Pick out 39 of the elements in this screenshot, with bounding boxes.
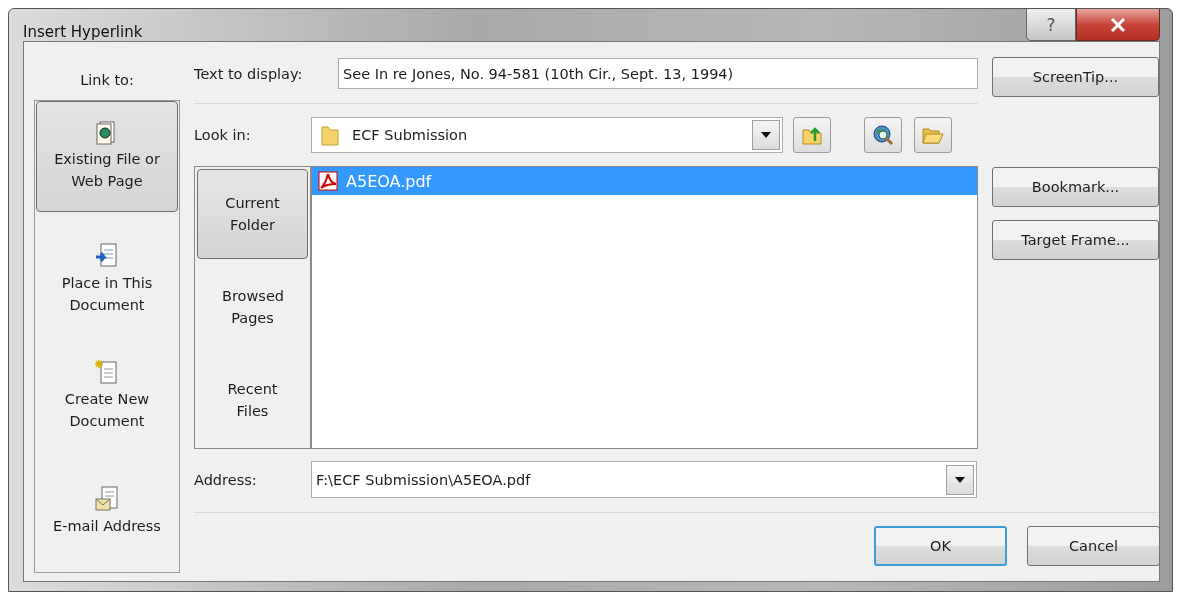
globe-magnifier-icon — [872, 124, 894, 146]
look-in-label: Look in: — [194, 127, 252, 143]
up-folder-button[interactable] — [793, 117, 831, 153]
browse-file-button[interactable] — [914, 117, 952, 153]
text-to-display-label: Text to display: — [194, 65, 304, 82]
folder-icon — [320, 124, 340, 146]
new-document-icon — [95, 358, 119, 385]
link-type-item[interactable]: Existing File or Web Page — [36, 101, 178, 212]
screentip-button[interactable]: ScreenTip... — [992, 57, 1159, 97]
browse-tab[interactable]: Recent Files — [197, 355, 308, 445]
target-frame-button[interactable]: Target Frame... — [992, 220, 1159, 260]
ok-button[interactable]: OK — [874, 526, 1007, 566]
address-dropdown-button[interactable] — [946, 464, 974, 495]
document-arrow-icon — [95, 242, 119, 269]
link-type-item[interactable]: E-mail Address — [36, 456, 178, 566]
help-button[interactable]: ? — [1026, 9, 1076, 41]
browse-tab[interactable]: Current Folder — [197, 169, 308, 259]
caret-icon — [955, 476, 965, 483]
window-title: Insert Hyperlink — [23, 23, 143, 41]
cancel-button[interactable]: Cancel — [1027, 526, 1160, 566]
look-in-dropdown[interactable]: ECF Submission — [311, 117, 783, 153]
close-button[interactable] — [1076, 9, 1160, 41]
open-folder-icon — [921, 125, 945, 145]
browse-tab[interactable]: Browsed Pages — [197, 262, 308, 352]
caret-icon — [761, 132, 771, 138]
folder-up-arrow-icon — [801, 125, 823, 145]
close-icon — [1110, 17, 1126, 32]
link-type-item[interactable]: Place in This Document — [36, 224, 178, 334]
pdf-file-icon — [318, 171, 338, 191]
look-in-dropdown-button[interactable] — [752, 120, 780, 150]
browse-web-button[interactable] — [864, 117, 902, 153]
address-dropdown[interactable]: F:\ECF Submission\A5EOA.pdf — [311, 461, 977, 498]
document-envelope-icon — [95, 485, 119, 512]
document-globe-icon — [96, 121, 118, 145]
link-type-item[interactable]: Create New Document — [36, 340, 178, 450]
text-to-display-field[interactable]: See In re Jones, No. 94-581 (10th Cir., Sept. 13, 1994) — [338, 58, 978, 89]
address-label: Address: — [194, 471, 258, 488]
link-to-label: Link to: — [80, 72, 134, 88]
bookmark-button[interactable]: Bookmark... — [992, 167, 1159, 207]
